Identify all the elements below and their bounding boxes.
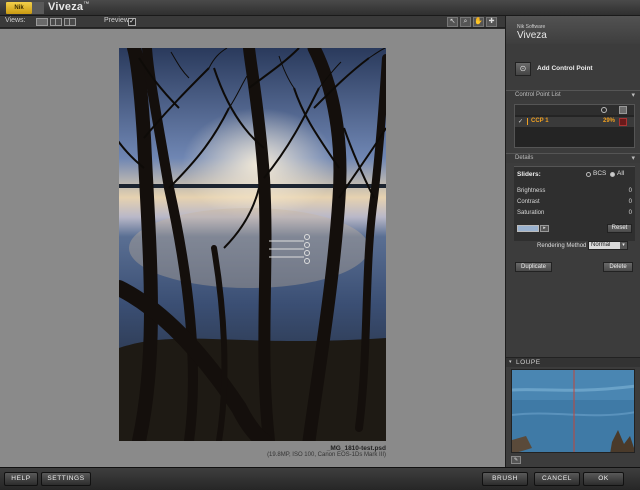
single-view-button[interactable] xyxy=(36,18,48,26)
rendering-method-select[interactable]: Normal ▾ xyxy=(588,241,628,250)
reset-button[interactable]: Reset xyxy=(607,224,632,233)
saturation-value: 0 xyxy=(628,210,632,216)
add-control-point-row[interactable]: ⊙ Add Control Point xyxy=(506,58,640,82)
duplicate-button[interactable]: Duplicate xyxy=(515,262,552,272)
top-toolbar: Views: Preview: ✓ ↖ ⌕ ✋ ✚ xyxy=(0,16,505,28)
add-control-point-button[interactable]: ⊙ xyxy=(515,62,531,76)
split-view-button[interactable] xyxy=(50,18,62,26)
cancel-button[interactable]: CANCEL xyxy=(534,472,580,486)
all-label: All xyxy=(617,170,625,177)
brand-big: Viveza xyxy=(517,30,547,41)
bottom-bar: HELP SETTINGS BRUSH CANCEL OK xyxy=(0,467,640,490)
split-divider xyxy=(69,19,70,25)
collapse-icon: ▾ xyxy=(631,92,635,99)
control-point-list-label: Control Point List xyxy=(515,92,561,98)
control-point-mask-swatch[interactable] xyxy=(619,118,627,126)
image-canvas[interactable]: _MG_1810-test.psd (19.8MP, ISO 100, Cano… xyxy=(0,29,505,467)
mask-column-icon xyxy=(619,106,627,114)
control-point-name: CCP 1 xyxy=(527,118,549,125)
bcs-label: BCS xyxy=(593,170,607,177)
rendering-method-value: Normal xyxy=(591,242,611,248)
loupe-view[interactable] xyxy=(511,369,635,453)
ok-button[interactable]: OK xyxy=(583,472,624,486)
contrast-value: 0 xyxy=(628,199,632,205)
photo-preview[interactable] xyxy=(119,48,386,441)
loupe-header[interactable]: ▾ LOUPE xyxy=(506,357,640,367)
preview-label: Preview: xyxy=(104,17,131,24)
circle-column-icon xyxy=(601,107,607,113)
eyedropper-tool-icon[interactable]: ✚ xyxy=(486,17,497,27)
zoom-tool-icon[interactable]: ⌕ xyxy=(460,17,471,27)
help-button[interactable]: HELP xyxy=(4,472,38,486)
logo-gray-block xyxy=(32,2,44,14)
side-by-side-view-button[interactable] xyxy=(64,18,76,26)
panel-header: Nik Software Viveza xyxy=(506,16,640,44)
sliders-label: Sliders: xyxy=(517,171,541,178)
control-point-list-header[interactable]: Control Point List ▾ xyxy=(506,90,640,100)
slider-menu-arrow-icon[interactable]: ▸ xyxy=(540,225,549,232)
control-point-check[interactable]: ✓ xyxy=(518,118,523,125)
loupe-pin-icon[interactable]: ✎ xyxy=(511,456,521,464)
file-name: _MG_1810-test.psd xyxy=(326,445,386,452)
pan-tool-icon[interactable]: ✋ xyxy=(473,17,484,27)
contrast-row[interactable]: Contrast 0 xyxy=(517,199,632,207)
details-header[interactable]: Details ▾ xyxy=(506,153,640,163)
details-box: Sliders: BCS All Brightness 0 Contrast 0… xyxy=(514,166,635,241)
split-divider xyxy=(55,19,56,25)
control-point-percent: 29% xyxy=(603,118,616,124)
details-label: Details xyxy=(515,155,534,161)
hand-tool-icon[interactable]: ↖ xyxy=(447,17,458,27)
bcs-radio[interactable] xyxy=(586,172,591,177)
control-point-row[interactable]: ✓ CCP 1 29% xyxy=(515,117,634,127)
rendering-method-label: Rendering Method xyxy=(537,243,587,249)
slider-preset-field[interactable] xyxy=(517,225,539,232)
chevron-down-icon: ▾ xyxy=(620,242,627,249)
app-title-text: Viveza xyxy=(48,1,84,13)
add-control-point-label: Add Control Point xyxy=(537,65,593,72)
brightness-value: 0 xyxy=(628,188,632,194)
all-radio[interactable] xyxy=(610,172,615,177)
collapse-icon: ▾ xyxy=(631,155,635,162)
trademark: ™ xyxy=(83,1,90,8)
views-label: Views: xyxy=(5,17,26,24)
app-title: Viveza™ xyxy=(48,1,89,13)
control-point-list-columns xyxy=(515,105,634,115)
file-meta: (19.8MP, ISO 100, Canon EOS-1Ds Mark III… xyxy=(267,452,386,458)
loupe-label: LOUPE xyxy=(516,359,541,366)
right-panel: Nik Software Viveza ⊙ Add Control Point … xyxy=(505,16,640,467)
nik-logo: Nik xyxy=(6,2,32,14)
control-point-list: ✓ CCP 1 29% xyxy=(514,104,635,148)
saturation-row[interactable]: Saturation 0 xyxy=(517,210,632,218)
loupe-illustration xyxy=(512,370,634,452)
brush-button[interactable]: BRUSH xyxy=(482,472,528,486)
collapse-icon: ▾ xyxy=(509,359,513,365)
preview-checkbox[interactable]: ✓ xyxy=(128,18,136,26)
title-bar: Nik Viveza™ xyxy=(0,0,640,16)
brightness-row[interactable]: Brightness 0 xyxy=(517,188,632,196)
photo-illustration xyxy=(119,48,386,441)
contrast-label: Contrast xyxy=(517,199,540,205)
settings-button[interactable]: SETTINGS xyxy=(41,472,91,486)
saturation-label: Saturation xyxy=(517,210,545,216)
brightness-label: Brightness xyxy=(517,188,546,194)
delete-button[interactable]: Delete xyxy=(603,262,633,272)
